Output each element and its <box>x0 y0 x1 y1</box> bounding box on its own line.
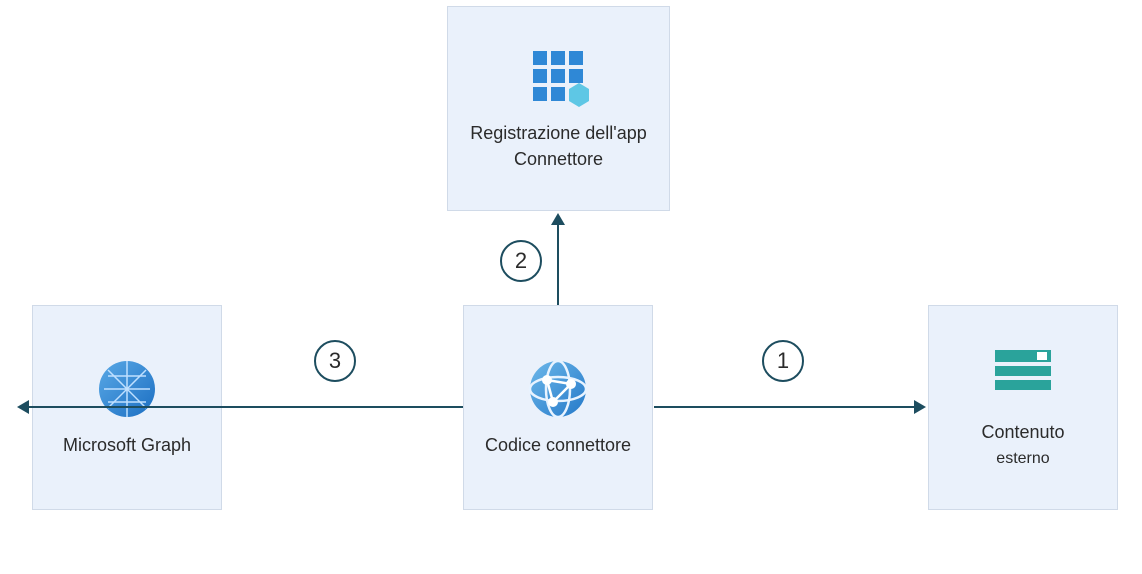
arrow-head-right-icon <box>914 400 926 414</box>
node-label: Microsoft Graph <box>63 433 191 458</box>
arrow-connector-to-external <box>654 406 916 408</box>
arrow-connector-to-graph <box>27 406 463 408</box>
node-label: Contenuto esterno <box>981 420 1064 471</box>
node-label: Codice connettore <box>485 433 631 458</box>
graph-icon <box>95 357 159 421</box>
arrow-head-left-icon <box>17 400 29 414</box>
connector-icon <box>526 357 590 421</box>
step-badge-3: 3 <box>314 340 356 382</box>
arrow-head-up-icon <box>551 213 565 225</box>
node-external-content: Contenuto esterno <box>928 305 1118 510</box>
external-content-icon <box>991 344 1055 408</box>
node-label: Registrazione dell'app Connettore <box>460 121 657 171</box>
arrow-connector-to-registration <box>557 223 559 305</box>
node-app-registration: Registrazione dell'app Connettore <box>447 6 670 211</box>
step-badge-1: 1 <box>762 340 804 382</box>
node-connector-code: Codice connettore <box>463 305 653 510</box>
app-grid-icon <box>527 45 591 109</box>
step-badge-2: 2 <box>500 240 542 282</box>
